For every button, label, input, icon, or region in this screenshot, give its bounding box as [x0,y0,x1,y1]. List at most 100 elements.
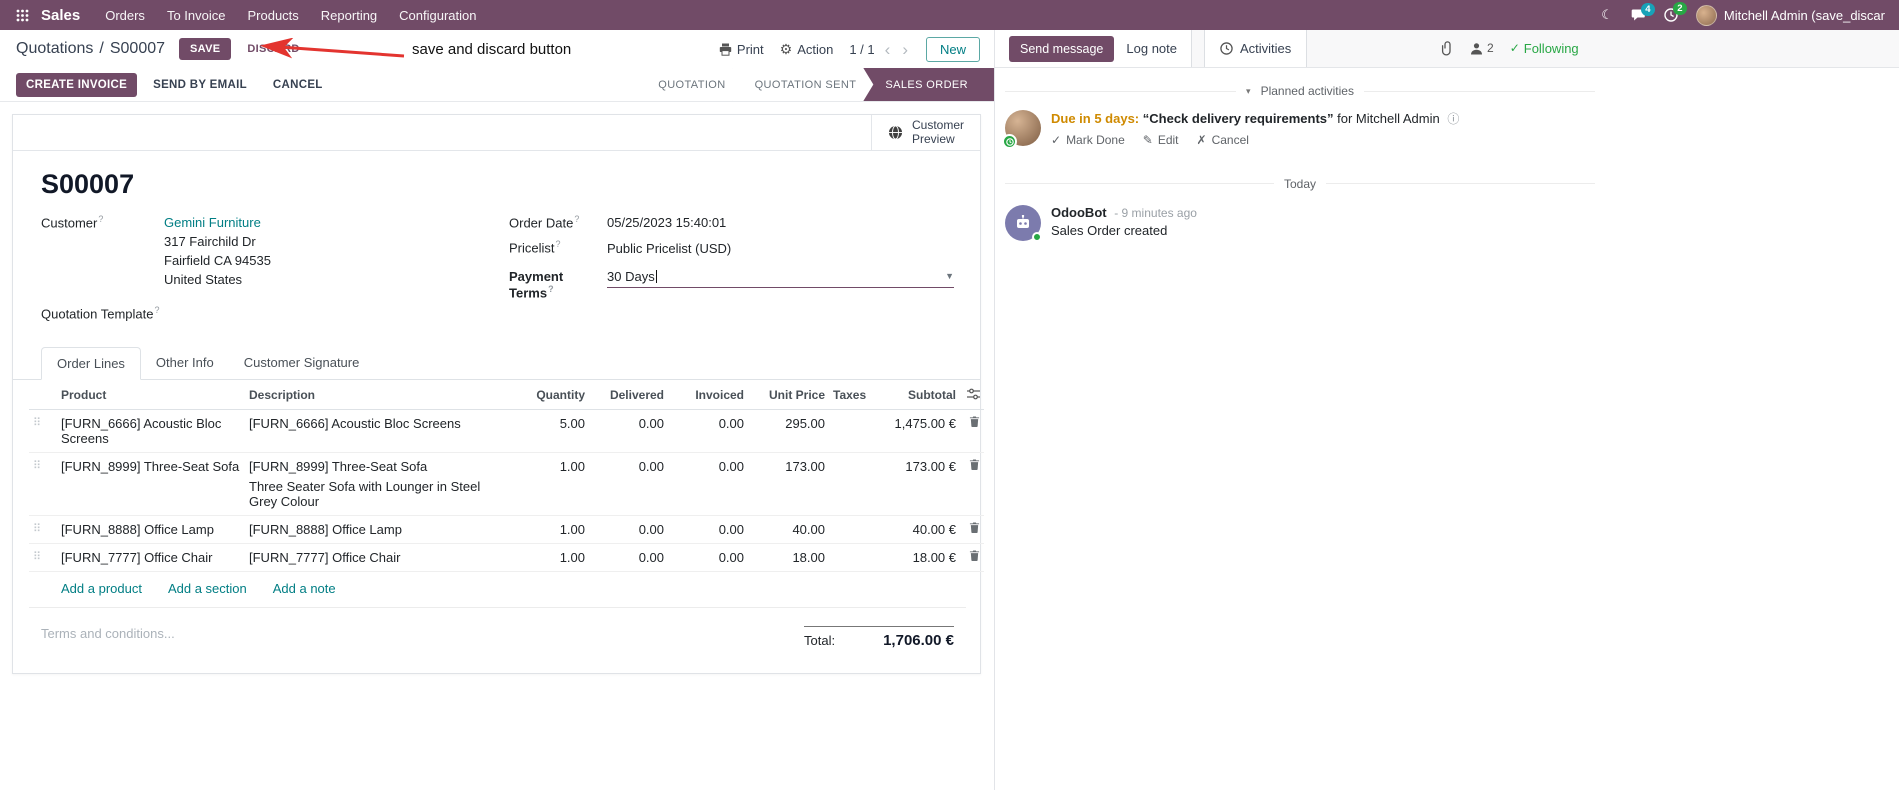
activity-avatar [1002,110,1041,149]
action-button[interactable]: ⚙ Action [780,42,834,57]
cell-description[interactable]: [FURN_6666] Acoustic Bloc Screens [245,409,513,453]
cancel-button[interactable]: CANCEL [263,73,333,97]
customer-link[interactable]: Gemini Furniture [164,215,271,230]
customer-preview-button[interactable]: Customer Preview [870,115,980,150]
cell-description[interactable]: [FURN_7777] Office Chair [245,543,513,572]
create-invoice-button[interactable]: CREATE INVOICE [16,72,138,97]
cell-taxes[interactable] [829,515,874,544]
dark-mode-icon[interactable]: ☾ [1601,7,1613,23]
cell-product[interactable]: [FURN_8888] Office Lamp [57,515,245,544]
cell-unit-price[interactable]: 295.00 [748,409,829,453]
send-by-email-button[interactable]: SEND BY EMAIL [143,73,257,97]
status-step-sales-order[interactable]: SALES ORDER [863,68,994,101]
cell-product[interactable]: [FURN_8999] Three-Seat Sofa [57,452,245,516]
cell-quantity[interactable]: 1.00 [513,515,589,544]
terms-and-conditions-field[interactable]: Terms and conditions... [41,626,175,641]
user-avatar [1695,4,1717,26]
sheet-footer: Terms and conditions... Total: 1,706.00 … [13,608,980,673]
info-icon[interactable]: ⓘ [1447,112,1459,126]
field-group-right: Order Date? 05/25/2023 15:40:01 Pricelis… [509,214,954,331]
delete-line-button[interactable] [969,459,980,471]
drag-handle-icon[interactable]: ⠿ [29,515,57,544]
pager-next-icon[interactable]: › [900,41,910,58]
order-date-field[interactable]: 05/25/2023 15:40:01 [607,215,726,230]
status-step-quotation-sent[interactable]: QUOTATION SENT [733,68,873,101]
breadcrumb: Quotations / S00007 [16,40,165,58]
new-button[interactable]: New [925,36,980,62]
menu-to-invoice[interactable]: To Invoice [156,2,237,29]
messages-button[interactable]: 4 [1631,2,1655,22]
following-button[interactable]: ✓ Following [1510,41,1579,56]
message-header: OdooBot - 9 minutes ago [1051,205,1197,220]
pricelist-field[interactable]: Public Pricelist (USD) [607,241,731,256]
log-note-button[interactable]: Log note [1126,41,1177,56]
status-pipeline: QUOTATION QUOTATION SENT SALES ORDER [636,68,994,101]
menu-reporting[interactable]: Reporting [310,2,388,29]
discard-button[interactable]: DISCARD [239,38,307,60]
pager-value: 1 / 1 [849,41,875,57]
menu-configuration[interactable]: Configuration [388,2,487,29]
planned-activities-header[interactable]: ▾ Planned activities [1005,84,1596,98]
user-menu[interactable]: Mitchell Admin (save_discar [1695,4,1885,26]
top-navbar: Sales Orders To Invoice Products Reporti… [0,0,1899,30]
menu-orders[interactable]: Orders [94,2,156,29]
customer-preview-label: Customer Preview [911,117,964,146]
app-brand[interactable]: Sales [41,7,80,24]
dropdown-caret-icon[interactable]: ▼ [945,271,954,281]
menu-products[interactable]: Products [236,2,309,29]
followers-button[interactable]: 2 [1470,41,1494,55]
cell-unit-price[interactable]: 18.00 [748,543,829,572]
cell-unit-price[interactable]: 40.00 [748,515,829,544]
status-step-quotation[interactable]: QUOTATION [636,68,741,101]
cell-taxes[interactable] [829,452,874,516]
drag-handle-icon[interactable]: ⠿ [29,409,57,453]
planned-activity-item: Due in 5 days: “Check delivery requireme… [1002,108,1595,153]
cell-unit-price[interactable]: 173.00 [748,452,829,516]
cell-delivered: 0.00 [589,543,668,572]
sliders-icon [967,388,980,400]
add-a-product-link[interactable]: Add a product [61,581,142,596]
cell-quantity[interactable]: 1.00 [513,543,589,572]
cell-taxes[interactable] [829,409,874,453]
chatter-message: OdooBot - 9 minutes ago Sales Order crea… [1005,201,1595,245]
cell-invoiced: 0.00 [668,452,748,516]
add-a-section-link[interactable]: Add a section [168,581,247,596]
edit-activity-button[interactable]: ✎ Edit [1143,133,1179,147]
optional-columns-button[interactable] [960,379,984,410]
activities-button[interactable]: 2 [1664,2,1687,22]
apps-grid-icon [16,9,29,22]
cell-description[interactable]: [FURN_8999] Three-Seat Sofa Three Seater… [245,452,513,516]
tab-customer-signature[interactable]: Customer Signature [229,347,375,380]
payment-terms-input[interactable]: 30 Days ▼ [607,269,954,288]
message-author[interactable]: OdooBot [1051,205,1107,220]
cell-product[interactable]: [FURN_7777] Office Chair [57,543,245,572]
activities-tab[interactable]: Activities [1204,30,1308,67]
cell-description[interactable]: [FURN_8888] Office Lamp [245,515,513,544]
save-button[interactable]: SAVE [179,38,232,60]
drag-handle-icon[interactable]: ⠿ [29,543,57,572]
cancel-activity-button[interactable]: ✗ Cancel [1197,133,1249,147]
mark-done-button[interactable]: ✓ Mark Done [1051,133,1125,147]
total-box: Total: 1,706.00 € [804,625,954,649]
pager: 1 / 1 ‹ › [849,41,910,58]
print-button[interactable]: Print [719,42,764,57]
pager-previous-icon[interactable]: ‹ [883,41,893,58]
cell-quantity[interactable]: 5.00 [513,409,589,453]
cell-product[interactable]: [FURN_6666] Acoustic Bloc Screens [57,409,245,453]
delete-line-button[interactable] [969,522,980,534]
attachments-button[interactable] [1441,40,1454,56]
apps-menu-button[interactable] [10,9,35,22]
breadcrumb-quotations[interactable]: Quotations [16,40,93,58]
chatter-buttons: Send message Log note [995,30,1191,67]
cell-taxes[interactable] [829,543,874,572]
globe-icon [888,125,903,140]
delete-line-button[interactable] [969,416,980,428]
drag-handle-icon[interactable]: ⠿ [29,452,57,516]
send-message-button[interactable]: Send message [1009,35,1115,62]
tab-order-lines[interactable]: Order Lines [41,346,141,380]
cell-quantity[interactable]: 1.00 [513,452,589,516]
tab-other-info[interactable]: Other Info [141,347,229,380]
delete-line-button[interactable] [969,550,980,562]
add-a-note-link[interactable]: Add a note [273,581,336,596]
col-invoiced: Invoiced [668,379,748,410]
